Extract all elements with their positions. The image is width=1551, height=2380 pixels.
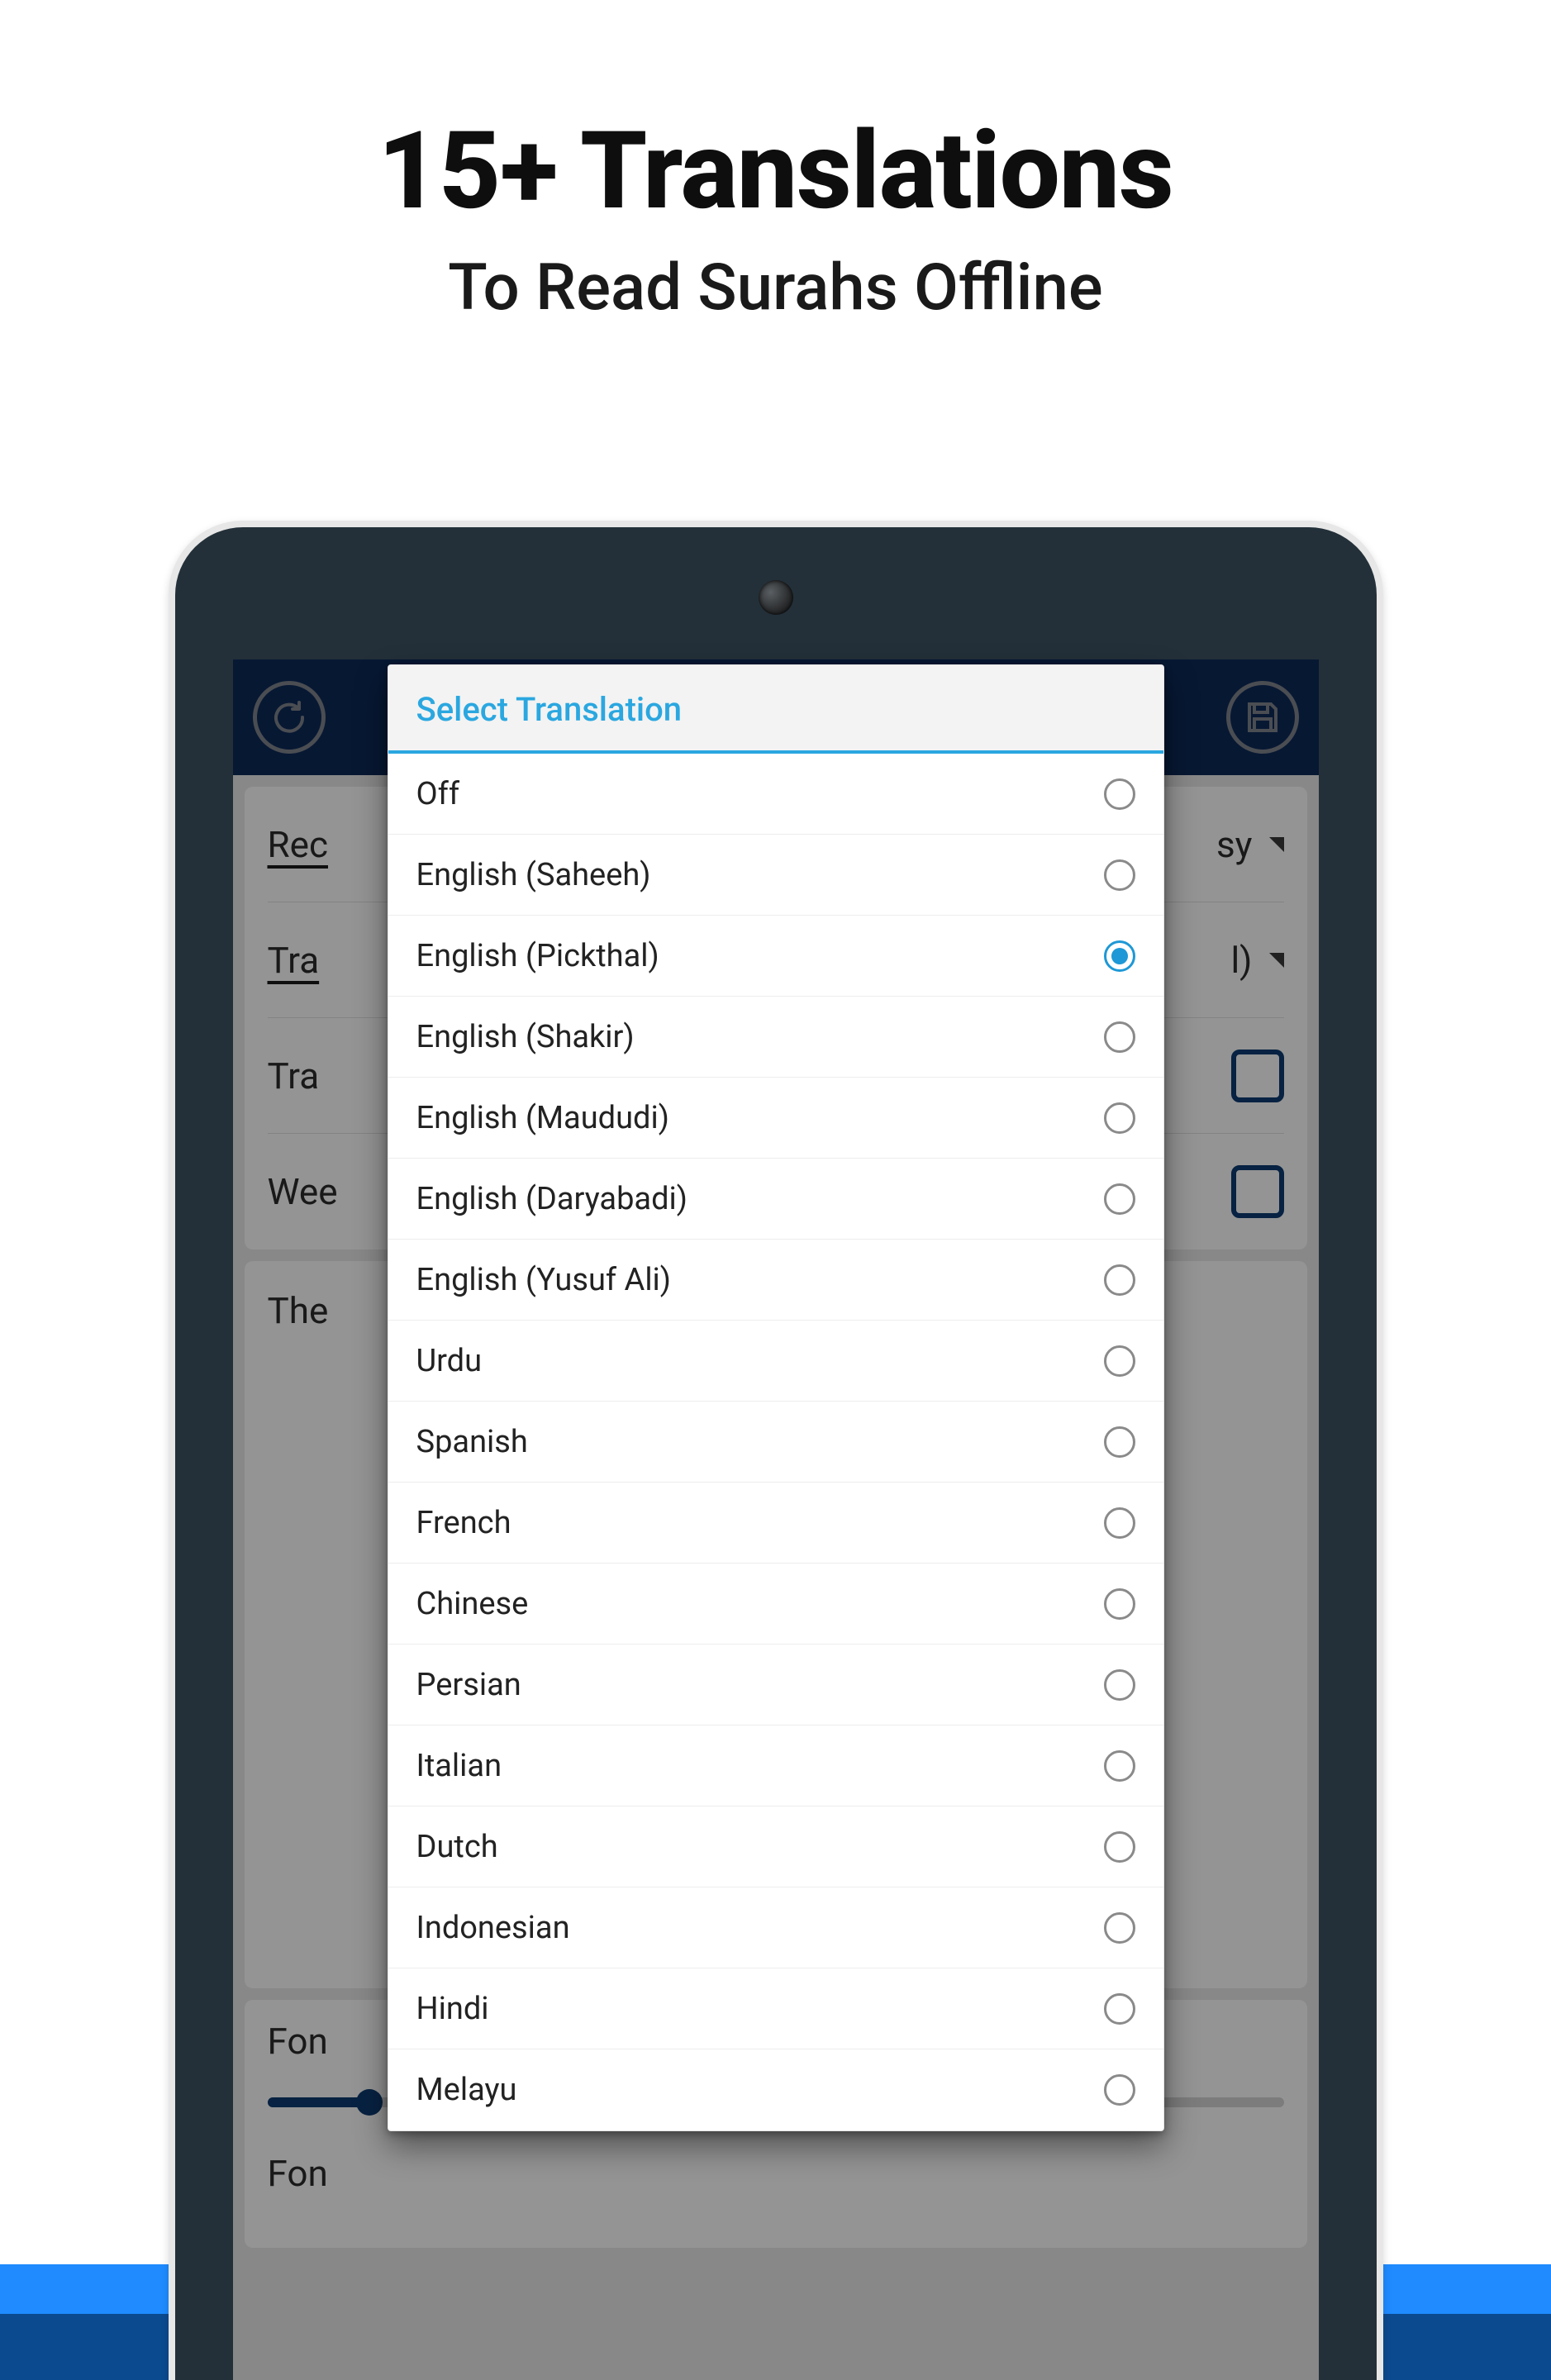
settings-label: Fon — [268, 2020, 328, 2063]
dropdown-icon — [1269, 953, 1284, 968]
radio-icon[interactable] — [1104, 1669, 1135, 1701]
slider-thumb[interactable] — [356, 2089, 383, 2116]
select-translation-dialog: Select Translation Off English (Saheeh) En… — [388, 664, 1164, 2131]
settings-label: Tra — [268, 939, 320, 982]
settings-row-font2[interactable]: Fon — [268, 2132, 1284, 2215]
option-label: English (Shakir) — [416, 1019, 635, 1055]
radio-icon[interactable] — [1104, 1588, 1135, 1620]
dialog-title: Select Translation — [388, 665, 1163, 754]
option-label: Off — [416, 776, 460, 812]
option-label: Dutch — [416, 1829, 498, 1865]
refresh-button[interactable] — [253, 681, 326, 754]
save-button[interactable] — [1226, 681, 1299, 754]
translation-option[interactable]: Chinese — [388, 1564, 1163, 1645]
option-label: English (Saheeh) — [416, 857, 651, 893]
radio-icon[interactable] — [1104, 1426, 1135, 1458]
option-label: Urdu — [416, 1343, 483, 1379]
translation-option[interactable]: French — [388, 1483, 1163, 1564]
dialog-option-list[interactable]: Off English (Saheeh) English (Pickthal) Eng… — [388, 754, 1163, 2130]
option-label: Chinese — [416, 1586, 529, 1622]
hero-title: 15+ Translations — [0, 107, 1551, 234]
slider-fill — [268, 2097, 369, 2107]
translation-option[interactable]: Persian — [388, 1645, 1163, 1726]
radio-icon[interactable] — [1104, 1102, 1135, 1134]
tablet-screen: Rec sy Tra l) Tra Wee The — [233, 659, 1319, 2380]
save-icon — [1243, 697, 1282, 737]
option-label: English (Maududi) — [416, 1100, 669, 1136]
radio-icon[interactable] — [1104, 940, 1135, 972]
settings-label: Rec — [268, 823, 328, 866]
option-label: French — [416, 1505, 511, 1541]
hero-subtitle: To Read Surahs Offline — [0, 250, 1551, 326]
translation-option[interactable]: English (Yusuf Ali) — [388, 1240, 1163, 1321]
dropdown-icon — [1269, 837, 1284, 852]
option-label: Hindi — [416, 1991, 489, 2027]
tablet-frame: Rec sy Tra l) Tra Wee The — [169, 521, 1383, 2380]
translation-option[interactable]: English (Saheeh) — [388, 835, 1163, 916]
checkbox[interactable] — [1231, 1165, 1284, 1218]
checkbox[interactable] — [1231, 1050, 1284, 1102]
translation-option[interactable]: Hindi — [388, 1968, 1163, 2049]
translation-option[interactable]: Dutch — [388, 1806, 1163, 1887]
translation-option[interactable]: Indonesian — [388, 1887, 1163, 1968]
radio-icon[interactable] — [1104, 1912, 1135, 1944]
translation-option[interactable]: Off — [388, 754, 1163, 835]
settings-value: sy — [1216, 823, 1284, 866]
translation-option[interactable]: English (Shakir) — [388, 997, 1163, 1078]
promo-page: 15+ Translations To Read Surahs Offline … — [0, 0, 1551, 2380]
translation-option[interactable]: English (Pickthal) — [388, 916, 1163, 997]
translation-option[interactable]: Spanish — [388, 1402, 1163, 1483]
translation-option[interactable]: Italian — [388, 1726, 1163, 1806]
tablet-camera — [759, 580, 793, 615]
settings-value: l) — [1230, 939, 1283, 982]
translation-option[interactable]: English (Maududi) — [388, 1078, 1163, 1159]
settings-label: Wee — [268, 1170, 338, 1213]
radio-icon[interactable] — [1104, 1993, 1135, 2025]
option-label: Indonesian — [416, 1910, 570, 1946]
radio-icon[interactable] — [1104, 2074, 1135, 2106]
option-label: English (Daryabadi) — [416, 1181, 687, 1217]
settings-label: Fon — [268, 2152, 328, 2195]
refresh-icon — [269, 697, 309, 737]
settings-label: Tra — [268, 1054, 320, 1097]
option-label: Italian — [416, 1748, 502, 1784]
translation-option[interactable]: Melayu — [388, 2049, 1163, 2130]
radio-icon[interactable] — [1104, 1750, 1135, 1782]
radio-icon[interactable] — [1104, 1264, 1135, 1296]
radio-icon[interactable] — [1104, 1021, 1135, 1053]
radio-icon[interactable] — [1104, 1507, 1135, 1539]
radio-icon[interactable] — [1104, 1183, 1135, 1215]
translation-option[interactable]: Urdu — [388, 1321, 1163, 1402]
settings-label: The — [268, 1289, 329, 1332]
radio-icon[interactable] — [1104, 1831, 1135, 1863]
option-label: English (Pickthal) — [416, 938, 659, 974]
radio-icon[interactable] — [1104, 859, 1135, 891]
option-label: Persian — [416, 1667, 521, 1703]
translation-option[interactable]: English (Daryabadi) — [388, 1159, 1163, 1240]
option-label: Spanish — [416, 1424, 528, 1460]
option-label: English (Yusuf Ali) — [416, 1262, 672, 1298]
hero: 15+ Translations To Read Surahs Offline — [0, 0, 1551, 326]
radio-icon[interactable] — [1104, 1345, 1135, 1377]
radio-icon[interactable] — [1104, 778, 1135, 810]
option-label: Melayu — [416, 2072, 517, 2108]
